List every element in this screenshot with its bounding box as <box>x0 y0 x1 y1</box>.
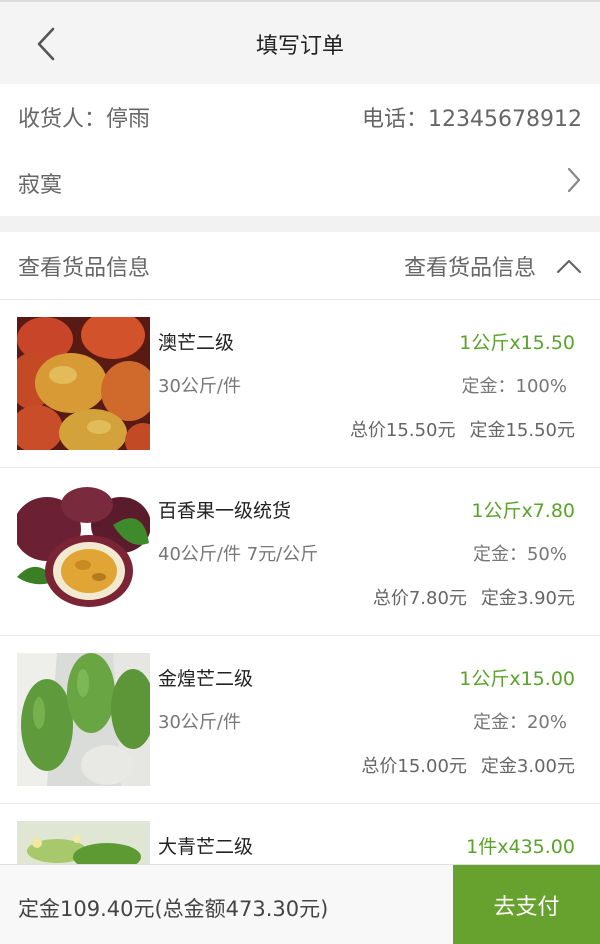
goods-item[interactable]: 大青芒二级 1件x435.00 <box>0 804 600 864</box>
pay-button[interactable]: 去支付 <box>453 865 600 944</box>
address-text: 寂寞 <box>18 173 63 198</box>
deposit-amount: 定金3.90元 <box>480 588 575 609</box>
product-image-mango <box>17 317 150 450</box>
product-totals: 总价15.50元 定金15.50元 <box>350 416 575 442</box>
product-totals: 总价7.80元 定金3.90元 <box>373 584 575 610</box>
product-image-big-green-mango <box>17 821 150 864</box>
product-quantity: 1公斤x15.00 <box>459 668 575 690</box>
product-name: 金煌芒二级 <box>158 668 254 690</box>
top-bar: 填写订单 <box>0 0 600 84</box>
product-quantity: 1公斤x7.80 <box>471 500 575 522</box>
product-spec: 30公斤/件 <box>158 376 241 397</box>
address-section[interactable]: 收货人：停雨 电话：12345678912 寂寞 <box>0 84 600 216</box>
receiver-phone: 电话：12345678912 <box>362 107 582 132</box>
deposit-rate: 定金：100% <box>461 376 567 397</box>
product-totals: 总价15.00元 定金3.00元 <box>361 752 575 778</box>
deposit-rate: 定金：20% <box>472 712 567 733</box>
total-price: 总价15.00元 <box>361 756 467 777</box>
chevron-right-icon <box>566 166 582 200</box>
deposit-amount: 定金3.00元 <box>480 756 575 777</box>
product-spec: 40公斤/件 7元/公斤 <box>158 544 319 565</box>
product-name: 百香果一级统货 <box>158 500 292 522</box>
deposit-rate: 定金：50% <box>472 544 567 565</box>
receiver-name: 收货人：停雨 <box>18 107 151 132</box>
goods-info-label: 查看货品信息 <box>18 255 151 281</box>
total-price: 总价7.80元 <box>372 588 467 609</box>
address-row[interactable]: 寂寞 <box>0 150 600 216</box>
goods-list[interactable]: 澳芒二级 1公斤x15.50 30公斤/件 定金：100% 总价15.50元 定金… <box>0 300 600 864</box>
product-image-passion-fruit <box>17 485 150 618</box>
goods-info-toggle[interactable]: 查看货品信息 <box>404 250 582 282</box>
page-title: 填写订单 <box>255 34 344 59</box>
order-summary: 定金109.40元(总金额473.30元) <box>18 897 329 921</box>
chevron-up-icon <box>556 259 582 273</box>
goods-info-toggle-label: 查看货品信息 <box>403 255 536 281</box>
product-name: 大青芒二级 <box>158 836 254 858</box>
product-image-green-mango <box>17 653 150 786</box>
goods-item[interactable]: 金煌芒二级 1公斤x15.00 30公斤/件 定金：20% 总价15.00元 定金… <box>0 636 600 804</box>
product-spec: 30公斤/件 <box>158 712 241 733</box>
goods-item[interactable]: 百香果一级统货 1公斤x7.80 40公斤/件 7元/公斤 定金：50% 总价7… <box>0 468 600 636</box>
product-name: 澳芒二级 <box>158 332 235 354</box>
product-quantity: 1公斤x15.50 <box>459 332 575 354</box>
product-quantity: 1件x435.00 <box>466 836 575 858</box>
bottom-bar: 定金109.40元(总金额473.30元) 去支付 <box>0 864 600 944</box>
deposit-amount: 定金15.50元 <box>469 420 575 441</box>
goods-info-header[interactable]: 查看货品信息 查看货品信息 <box>0 232 600 300</box>
goods-item[interactable]: 澳芒二级 1公斤x15.50 30公斤/件 定金：100% 总价15.50元 定金… <box>0 300 600 468</box>
total-price: 总价15.50元 <box>349 420 456 441</box>
receiver-row: 收货人：停雨 电话：12345678912 <box>0 84 600 150</box>
